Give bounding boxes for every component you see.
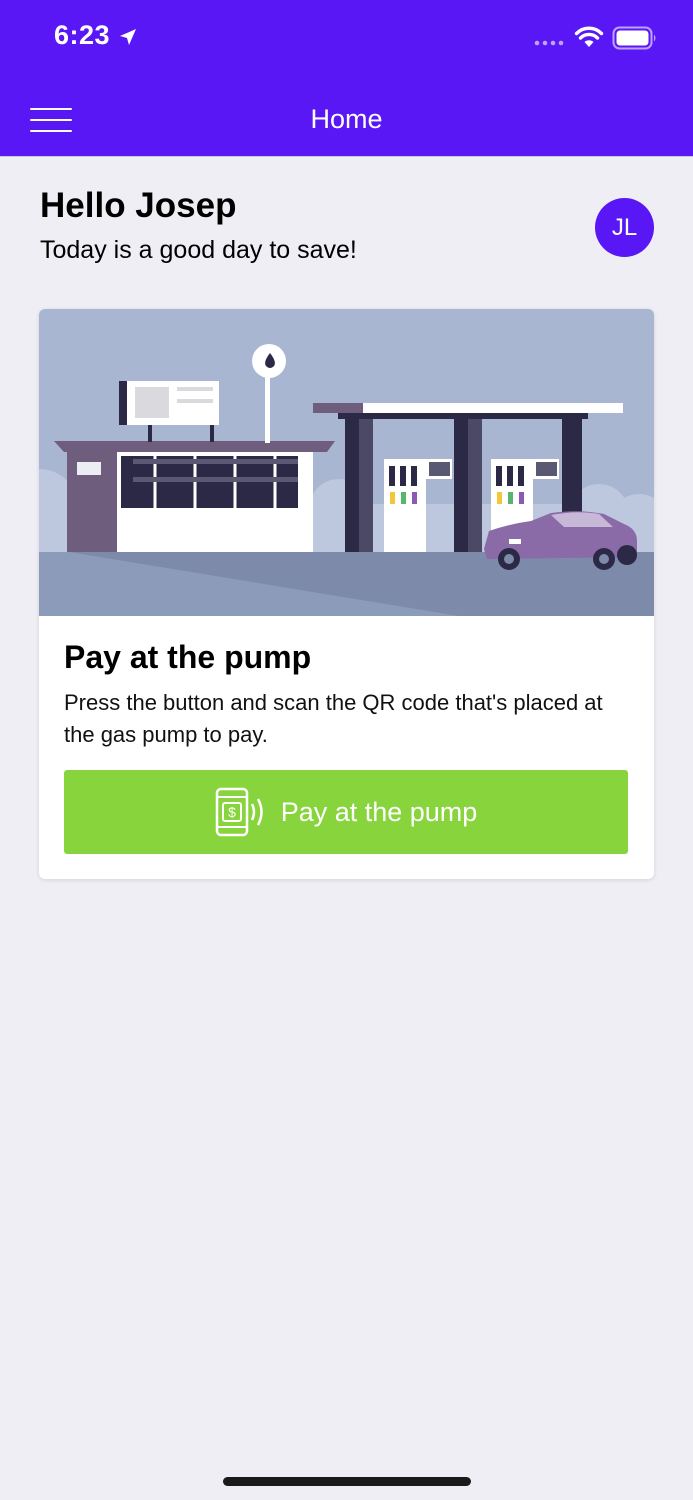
pay-button-label: Pay at the pump	[280, 796, 478, 827]
greeting-subtitle: Today is a good day to save!	[40, 236, 357, 264]
pay-at-pump-card: Pay at the pump Press the button and sca…	[39, 309, 654, 879]
card-description: Press the button and scan the QR code th…	[64, 690, 603, 747]
greeting-title: Hello Josep	[40, 186, 237, 225]
status-time: 6:23	[54, 20, 111, 50]
signal-icon	[534, 40, 564, 46]
location-arrow-icon	[120, 29, 136, 45]
battery-icon	[612, 26, 656, 50]
pay-at-pump-button[interactable]: $ Pay at the pump	[64, 770, 628, 854]
phone-dollar-icon: $	[215, 787, 263, 837]
card-title: Pay at the pump	[64, 639, 312, 675]
home-indicator	[223, 1477, 471, 1486]
gas-station-illustration	[39, 309, 654, 616]
svg-text:$: $	[228, 804, 236, 820]
page-title: Home	[310, 104, 383, 134]
top-app-bar: 6:23 Home	[0, 0, 693, 157]
wifi-icon	[574, 26, 604, 47]
avatar[interactable]: JL	[595, 198, 654, 257]
